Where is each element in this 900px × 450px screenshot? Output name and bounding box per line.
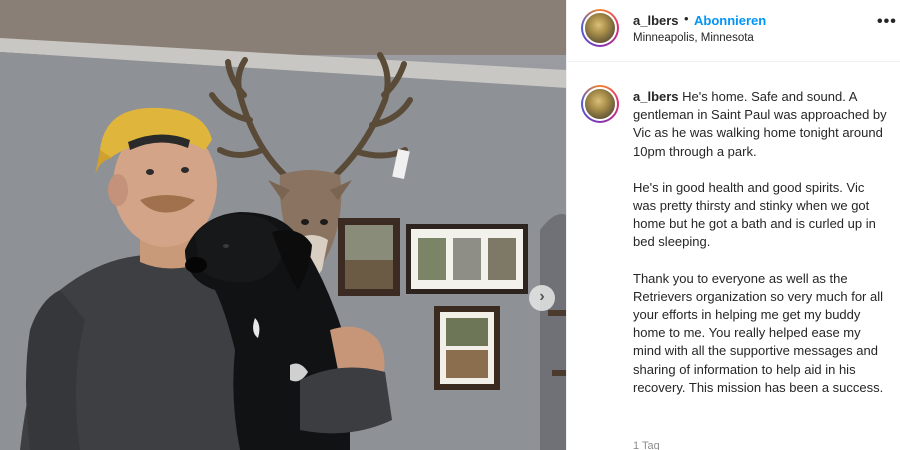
post-photo[interactable]: ›: [0, 0, 566, 450]
more-icon[interactable]: •••: [877, 13, 897, 31]
follow-button[interactable]: Abonnieren: [694, 13, 766, 28]
location-link[interactable]: Minneapolis, Minnesota: [633, 32, 754, 44]
caption-avatar[interactable]: [581, 85, 619, 123]
caption-username[interactable]: a_lbers: [633, 89, 679, 104]
dog-nose: [185, 257, 207, 273]
separator-dot: •: [684, 11, 689, 26]
avatar[interactable]: [581, 9, 619, 47]
doorway: [540, 214, 566, 450]
caption-paragraph-3: Thank you to everyone as well as the Ret…: [633, 270, 884, 395]
caption-paragraph-1: a_lbers He's home. Safe and sound. A gen…: [633, 89, 887, 159]
deer-eye-right: [320, 219, 328, 225]
caption-paragraph-2: He's in good health and good spirits. Vi…: [633, 179, 876, 250]
chevron-right-icon: ›: [539, 288, 545, 305]
photo-illustration: [0, 0, 566, 450]
post-header: a_lbers • Abonnieren Minneapolis, Minnes…: [567, 0, 900, 62]
sleeve: [300, 367, 392, 434]
deer-eye-left: [301, 219, 309, 225]
ear: [108, 174, 128, 206]
caption: a_lbers He's home. Safe and sound. A gen…: [633, 88, 891, 415]
post-time: 1 Tag: [633, 440, 660, 450]
carousel-next-button[interactable]: ›: [529, 285, 555, 311]
post-sidebar: a_lbers • Abonnieren Minneapolis, Minnes…: [566, 0, 900, 450]
username-link[interactable]: a_lbers: [633, 13, 679, 28]
